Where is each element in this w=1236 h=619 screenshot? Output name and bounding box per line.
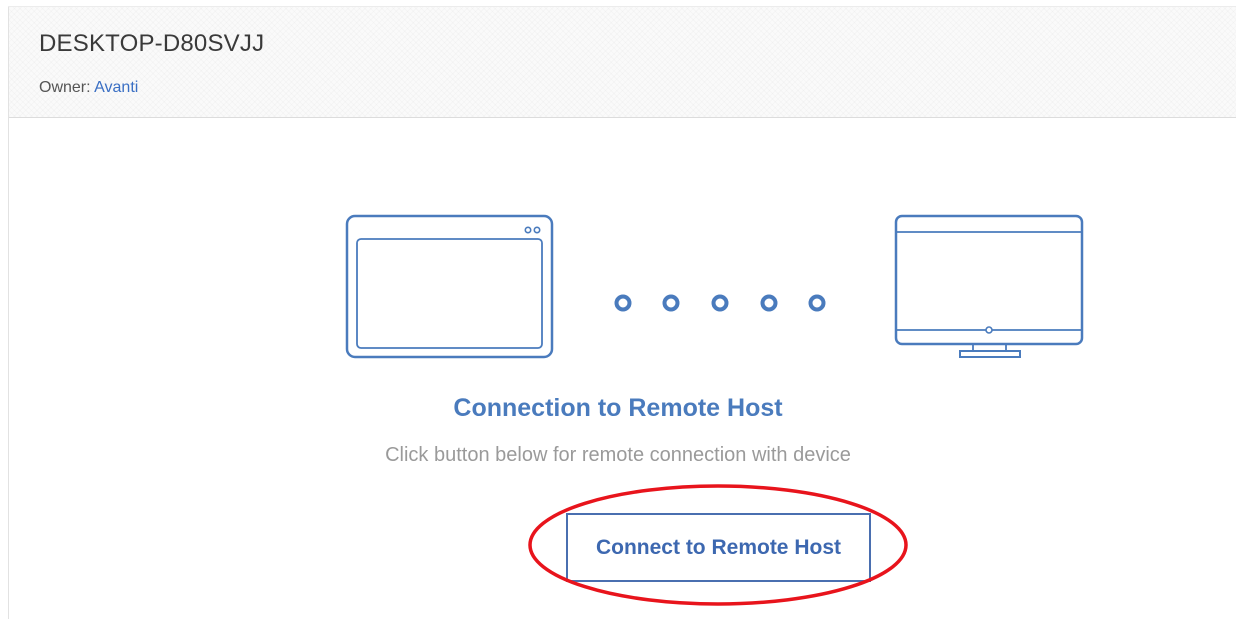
connection-dot	[760, 294, 778, 312]
connection-dots-icon	[614, 294, 826, 312]
connection-dot	[614, 294, 632, 312]
tablet-icon	[345, 214, 554, 359]
monitor-icon	[894, 214, 1084, 358]
connection-subtitle: Click button below for remote connection…	[385, 444, 851, 466]
connection-dot	[808, 294, 826, 312]
connection-dot	[662, 294, 680, 312]
connection-dot	[711, 294, 729, 312]
connection-title: Connection to Remote Host	[453, 394, 783, 422]
connect-to-remote-host-button[interactable]: Connect to Remote Host	[566, 513, 871, 582]
